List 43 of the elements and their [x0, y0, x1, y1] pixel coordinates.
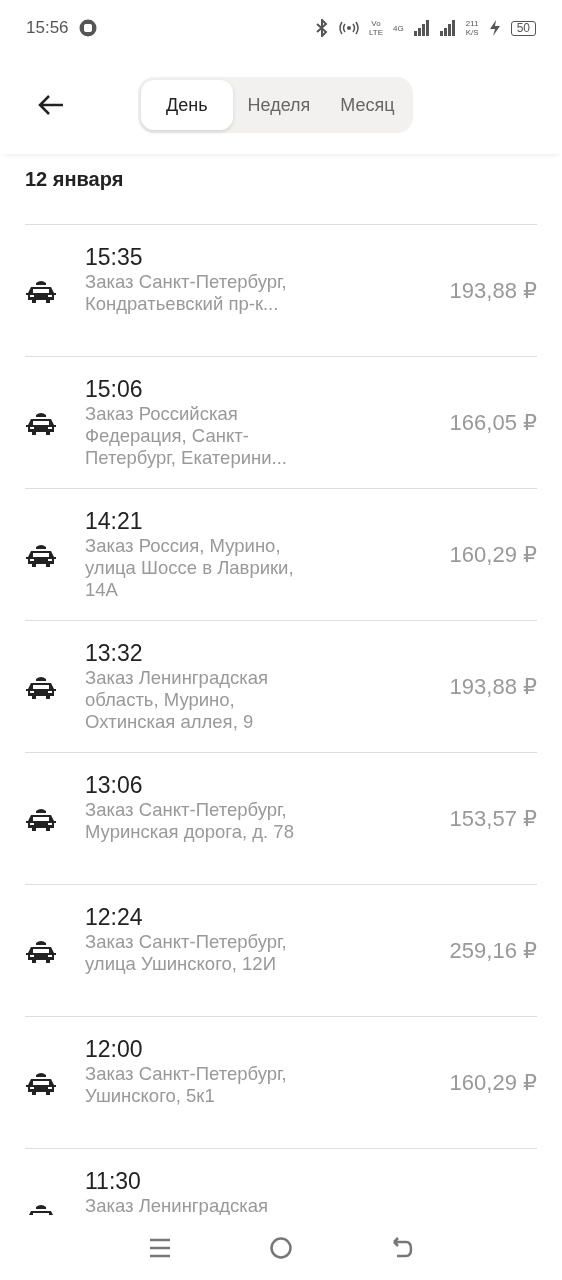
order-price: 153,57 ₽	[449, 805, 537, 832]
hotspot-icon	[339, 21, 359, 35]
order-price: 193,88 ₽	[449, 673, 537, 700]
order-time: 13:32	[85, 639, 144, 667]
period-tab[interactable]: Неделя	[232, 80, 326, 130]
date-heading: 12 января	[25, 168, 124, 190]
menu-icon[interactable]	[149, 1236, 172, 1259]
order-time: 11:30	[85, 1167, 142, 1195]
volte-label: Vo	[371, 19, 381, 28]
bluetooth-icon	[315, 19, 329, 37]
period-tab[interactable]: Месяц	[325, 80, 410, 130]
home-icon[interactable]	[270, 1236, 292, 1259]
order-price: 160,29 ₽	[449, 541, 537, 568]
order-time: 15:06	[85, 375, 144, 403]
signal-icon	[413, 20, 430, 36]
order-time: 12:24	[85, 903, 144, 931]
order-address: Заказ Санкт-Петербург, Муринская дорога, д. 78	[85, 799, 295, 843]
speed-unit: K/S	[465, 28, 479, 37]
order-address: Заказ Ленинградская	[85, 1195, 270, 1215]
order-price: 160,29 ₽	[449, 1069, 537, 1096]
network-label: 4G	[393, 23, 404, 33]
app-notification-icon	[78, 19, 97, 37]
order-price: 193,88 ₽	[449, 277, 537, 304]
order-time: 15:35	[85, 243, 144, 271]
order-time: 12:00	[85, 1035, 144, 1063]
back-icon[interactable]	[390, 1236, 413, 1259]
order-address: Заказ Российская Федерация, Санкт-Петербург, Екатерини...	[85, 403, 288, 469]
order-address: Заказ Санкт-Петербург, Кондратьевский пр-к...	[85, 271, 288, 315]
order-address: Заказ Россия, Мурино, улица Шоссе в Лаврики, 14А	[85, 535, 295, 601]
status-time: 15:56	[26, 18, 69, 38]
order-address: Заказ Ленинградская область, Мурино, Охтинская аллея, 9	[85, 667, 270, 733]
period-tab[interactable]: День	[141, 80, 233, 130]
order-address: Заказ Санкт-Петербург, Ушинского, 5к1	[85, 1063, 288, 1107]
charging-icon	[488, 20, 501, 36]
lte-label: LTE	[369, 28, 384, 37]
order-time: 13:06	[85, 771, 144, 799]
order-time: 14:21	[85, 507, 144, 535]
order-address: Заказ Санкт-Петербург, улица Ушинского, 12И	[85, 931, 288, 975]
speed-value: 211	[465, 19, 479, 28]
order-price: 166,05 ₽	[449, 409, 537, 436]
battery-icon: 50	[510, 20, 536, 36]
signal-icon	[439, 20, 456, 36]
order-price: 259,16 ₽	[449, 937, 537, 964]
